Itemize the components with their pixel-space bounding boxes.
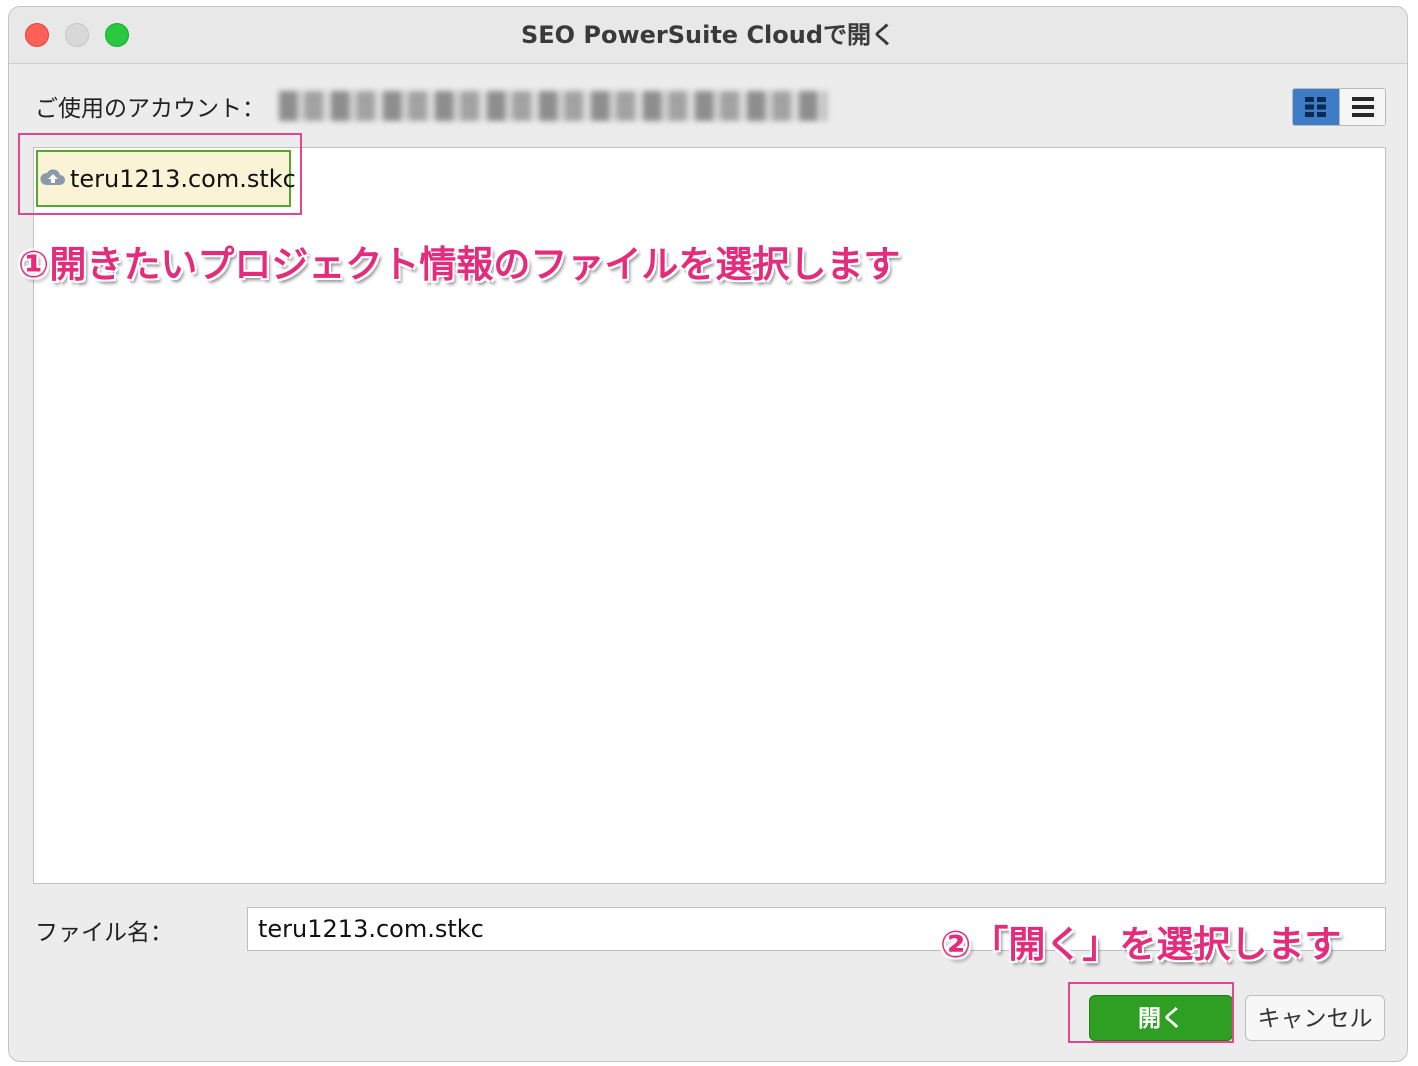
list-icon	[1352, 97, 1374, 117]
open-button-highlight-box	[1068, 982, 1234, 1043]
cancel-button[interactable]: キャンセル	[1245, 995, 1385, 1041]
title-bar: SEO PowerSuite Cloudで開く	[9, 7, 1407, 64]
account-email-redacted	[279, 91, 827, 121]
view-toggle	[1292, 88, 1386, 126]
grid-view-button[interactable]	[1293, 89, 1339, 125]
annotation-step-2: ②「開く」を選択します	[940, 923, 1342, 966]
grid-icon	[1305, 97, 1326, 117]
account-label: ご使用のアカウント：	[35, 96, 265, 122]
annotation-step-1: ①開きたいプロジェクト情報のファイルを選択します	[18, 243, 901, 286]
window-title: SEO PowerSuite Cloudで開く	[520, 21, 896, 49]
list-view-button[interactable]	[1339, 89, 1385, 125]
file-highlight-box	[18, 133, 302, 215]
filename-label: ファイル名：	[35, 920, 173, 946]
